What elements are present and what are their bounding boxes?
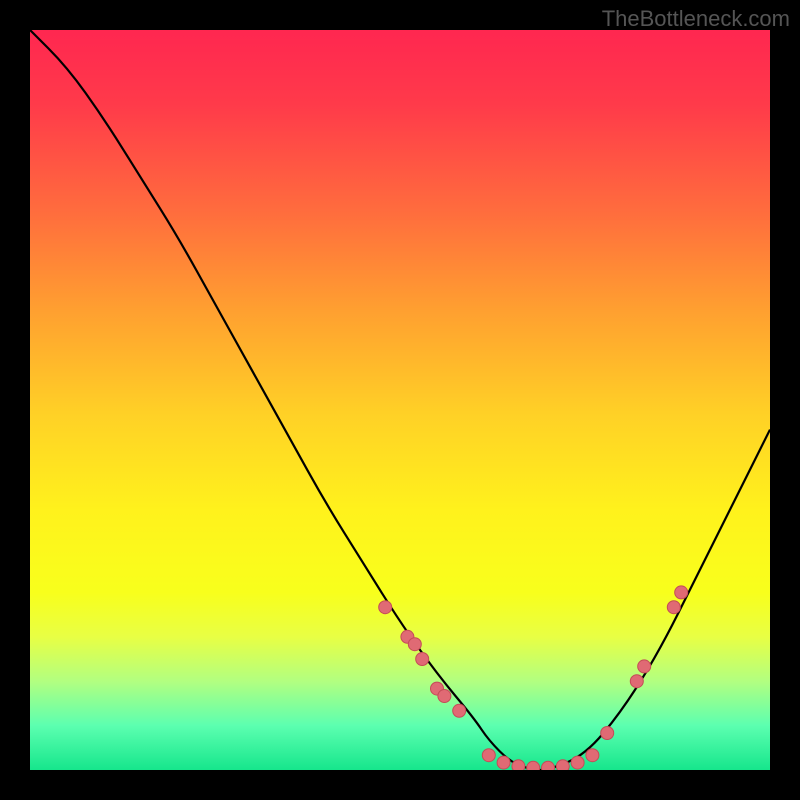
data-point (416, 653, 429, 666)
data-point (571, 756, 584, 769)
data-point (497, 756, 510, 769)
data-point (482, 749, 495, 762)
data-point (667, 601, 680, 614)
data-point (379, 601, 392, 614)
chart-svg (30, 30, 770, 770)
data-point (638, 660, 651, 673)
data-point (586, 749, 599, 762)
data-point (601, 727, 614, 740)
data-point (438, 690, 451, 703)
data-point (675, 586, 688, 599)
data-point (408, 638, 421, 651)
data-point (556, 760, 569, 770)
bottleneck-curve (30, 30, 770, 770)
data-point (527, 761, 540, 770)
data-point (630, 675, 643, 688)
data-point (542, 761, 555, 770)
chart-plot-area (30, 30, 770, 770)
data-point (512, 760, 525, 770)
data-point (453, 704, 466, 717)
watermark-text: TheBottleneck.com (602, 6, 790, 32)
data-markers (379, 586, 688, 770)
